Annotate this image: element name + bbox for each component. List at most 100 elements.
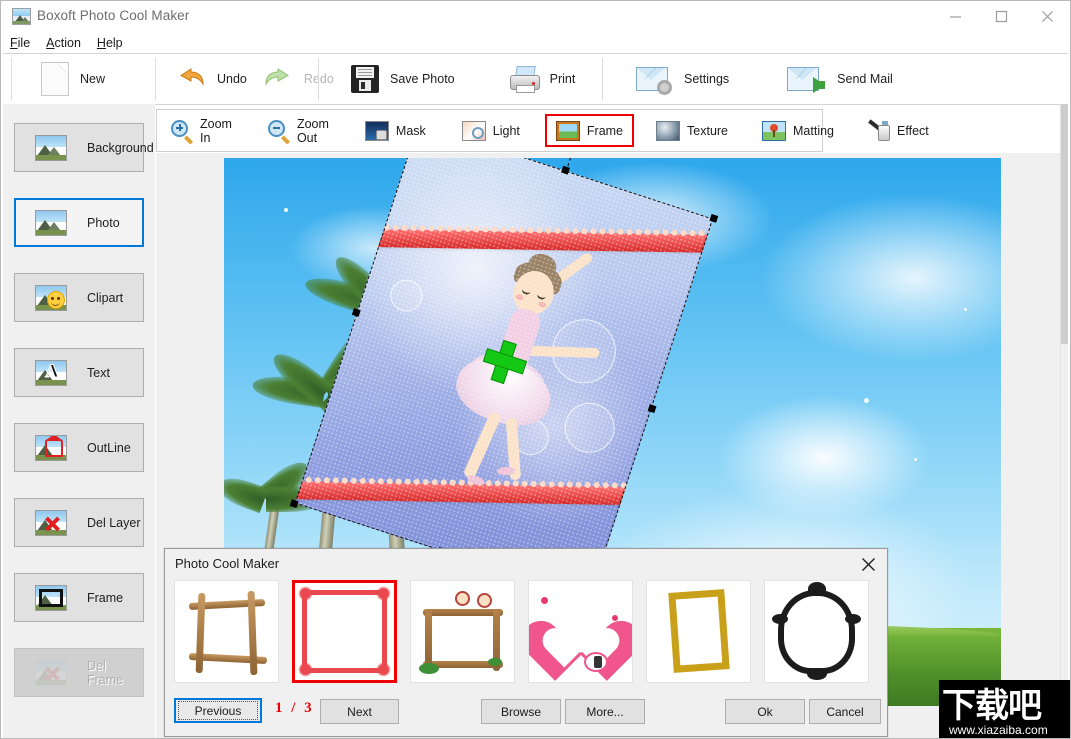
zoom-out-label: Zoom Out [296,116,329,145]
sidebar-item-outline[interactable]: OutLine [14,423,144,472]
light-button[interactable]: Light [451,114,531,147]
print-button[interactable]: Print [501,57,584,101]
printer-icon [509,65,540,93]
redo-button[interactable]: Redo [255,57,342,101]
application-window: Boxoft Photo Cool Maker File Action Help… [0,0,1071,739]
gold-rectangle-frame-art [668,589,730,673]
pink-heart-frame-art [529,581,632,682]
sidebar-label-del-layer: Del Layer [87,515,141,530]
light-label: Light [492,123,520,138]
magnifier-minus-icon [267,119,291,145]
matting-label: Matting [793,123,835,138]
frame-mode-button[interactable]: Frame [544,114,635,147]
redo-arrow-icon [263,67,293,91]
next-button[interactable]: Next [320,699,399,724]
frame-thumb-gold-rectangle[interactable] [646,580,751,683]
floppy-disk-icon [351,65,379,93]
texture-label: Texture [687,123,729,138]
more-button[interactable]: More... [565,699,645,724]
frame-mode-label: Frame [586,123,624,138]
send-mail-button[interactable]: Send Mail [779,57,901,101]
toolbar-separator [318,58,319,100]
delete-frame-icon [35,659,67,686]
menu-bar: File Action Help [1,32,1070,53]
envelope-gear-icon [636,67,672,95]
sidebar-item-del-layer[interactable]: Del Layer [14,498,144,547]
matting-button[interactable]: Matting [751,114,845,147]
watermark-url: www.xiazaiba.com [949,723,1048,737]
settings-button-label: Settings [684,72,730,86]
frame-thumb-kids-wooden[interactable] [410,580,515,683]
brush-effect-icon [868,118,891,141]
frame-thumb-black-ornate[interactable] [764,580,869,683]
scrollbar-thumb[interactable] [1061,104,1068,344]
frame-icon [555,120,580,141]
outline-picture-icon [35,434,67,461]
black-ornate-frame-art [772,582,861,680]
menu-help-label: elp [105,35,123,50]
frame-picture-icon [35,584,67,611]
dialog-close-icon[interactable] [853,552,883,576]
new-button[interactable]: New [33,57,113,101]
new-button-label: New [80,72,106,86]
browse-button[interactable]: Browse [481,699,561,724]
ok-button[interactable]: Ok [725,699,805,724]
dialog-title: Photo Cool Maker [175,556,280,571]
menu-item-file[interactable]: File [10,36,30,50]
left-sidebar: Background Photo Clipart A Text OutLine … [3,104,155,738]
sidebar-item-clipart[interactable]: Clipart [14,273,144,322]
settings-button[interactable]: Settings [628,57,737,101]
effect-button[interactable]: Effect [857,114,940,147]
sidebar-item-photo[interactable]: Photo [14,198,144,247]
sidebar-item-frame[interactable]: Frame [14,573,144,622]
texture-sphere-icon [656,120,681,141]
menu-file-mnemonic: F [10,35,18,50]
undo-button[interactable]: Undo [168,57,255,101]
effect-label: Effect [897,123,929,138]
sidebar-label-photo: Photo [87,215,120,230]
sidebar-item-background[interactable]: Background [14,123,154,172]
save-photo-button[interactable]: Save Photo [343,57,463,101]
delete-layer-icon [35,509,67,536]
magnifier-plus-icon [171,119,194,145]
window-title: Boxoft Photo Cool Maker [37,8,190,23]
mask-button[interactable]: Mask [354,114,437,147]
mask-icon [364,120,389,141]
browse-button-label: Browse [500,704,541,719]
picture-icon [35,209,67,236]
sidebar-item-text[interactable]: A Text [14,348,144,397]
picture-icon [35,134,67,161]
frame-thumb-wooden-sticks[interactable] [174,580,279,683]
frame-thumb-red-decorative[interactable] [292,580,397,683]
zoom-out-button[interactable]: Zoom Out [257,114,340,147]
letter-a-picture-icon: A [35,359,67,386]
undo-button-label: Undo [217,72,247,86]
minimize-icon[interactable] [932,1,978,32]
previous-button[interactable]: Previous [174,698,262,723]
previous-button-label: Previous [178,701,258,720]
maximize-icon[interactable] [978,1,1024,32]
zoom-in-label: Zoom In [200,116,232,145]
cancel-button-label: Cancel [826,704,864,719]
sidebar-label-clipart: Clipart [87,290,124,305]
close-icon[interactable] [1024,1,1070,32]
frame-thumb-pink-heart[interactable] [528,580,633,683]
mode-toolbar: Zoom In Zoom Out Mask Light Frame Textur… [156,109,929,152]
frame-thumbnail-list [174,580,880,683]
texture-button[interactable]: Texture [645,114,739,147]
zoom-in-button[interactable]: Zoom In [160,114,243,147]
light-icon [461,120,486,141]
menu-item-help[interactable]: Help [97,36,123,50]
sidebar-label-del-frame: Del Frame [87,658,124,687]
print-button-label: Print [549,72,576,86]
frame-picker-dialog: Photo Cool Maker Previous 1 / 3 Next Bro… [164,548,888,737]
more-button-label: More... [586,704,624,719]
dialog-button-bar: Previous 1 / 3 Next Browse More... Ok Ca… [165,684,887,736]
menu-item-action[interactable]: Action [46,36,81,50]
menu-file-label: ile [17,35,31,50]
red-decorative-frame-art [298,586,391,677]
send-mail-button-label: Send Mail [837,72,893,86]
vertical-scrollbar[interactable] [1060,104,1068,738]
cancel-button[interactable]: Cancel [809,699,881,724]
sidebar-label-text: Text [87,365,110,380]
